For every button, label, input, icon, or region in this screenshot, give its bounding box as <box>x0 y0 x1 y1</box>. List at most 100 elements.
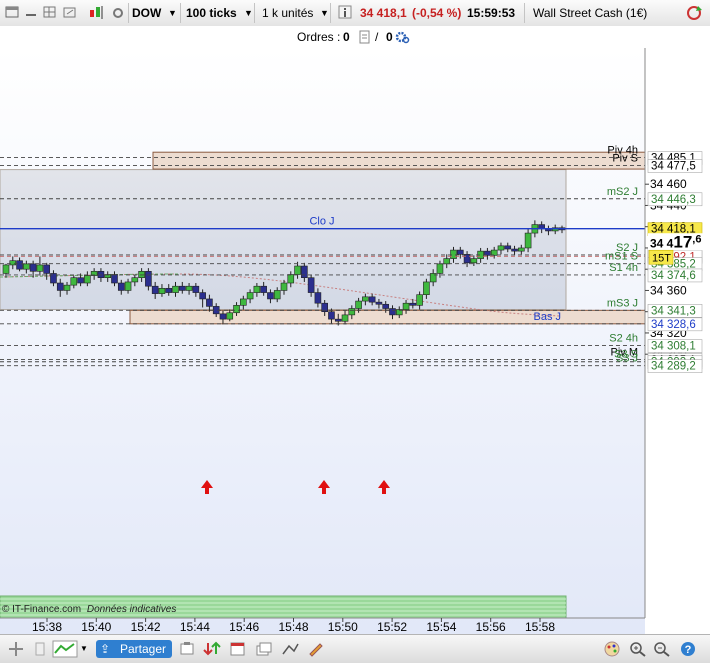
candle-down <box>77 277 84 284</box>
zoom-out-icon[interactable] <box>652 640 672 658</box>
candle-up <box>253 285 261 293</box>
level-name: mS1 S <box>605 251 638 263</box>
help-icon[interactable]: ? <box>678 640 698 658</box>
orders-separator: / <box>375 30 379 44</box>
last-price: 34 418,1 <box>360 6 407 20</box>
candle-up <box>233 305 240 314</box>
current-price-part: ,6 <box>692 233 701 245</box>
candle-down <box>178 285 186 291</box>
candle-up <box>84 275 91 284</box>
interval-label: 15T <box>652 252 671 264</box>
candle-up <box>348 308 356 316</box>
candle-up <box>246 292 254 300</box>
candle-up <box>63 284 71 291</box>
candle-down <box>389 308 396 316</box>
price-change: (-0,54 %) <box>412 6 462 20</box>
gear-icon[interactable] <box>394 29 410 48</box>
candle-up <box>416 294 423 306</box>
chevron-down-icon: ▼ <box>168 8 177 18</box>
candle-up <box>131 277 139 283</box>
chevron-down-icon[interactable]: ▼ <box>80 640 90 658</box>
candle-up <box>450 249 457 259</box>
level-name: Clo J <box>309 216 334 228</box>
window-icon[interactable] <box>228 640 248 658</box>
x-tick-label: 15:56 <box>476 620 506 634</box>
candle-up <box>355 300 362 309</box>
current-price-part: 34 4 <box>650 236 674 250</box>
candle-up <box>273 290 281 300</box>
candle-down <box>456 249 464 255</box>
level-name: mS3 J <box>607 297 638 309</box>
settings-icon[interactable] <box>110 4 126 22</box>
candle-down <box>334 318 342 322</box>
share-button[interactable]: ⇪ Partager <box>96 640 172 658</box>
copyright-text: © IT-Finance.com <box>2 604 82 615</box>
candle-down <box>56 282 64 291</box>
instrument-name: Wall Street Cash (1€) <box>533 6 648 20</box>
candle-down <box>199 292 206 300</box>
refresh-icon[interactable] <box>684 4 704 22</box>
candle-down <box>29 263 37 272</box>
x-tick-label: 15:42 <box>131 620 161 634</box>
zoom-in-icon[interactable] <box>628 640 648 658</box>
level-value-label: 34 446,3 <box>651 194 696 206</box>
level-value-label: 34 374,6 <box>651 270 696 282</box>
candle-down <box>151 285 159 294</box>
quantity-label: 1 k unités <box>262 6 314 20</box>
candle-down <box>409 302 417 306</box>
document-icon[interactable] <box>358 29 372 48</box>
grid-icon[interactable] <box>42 4 58 22</box>
candle-up <box>240 298 247 306</box>
minimize-icon[interactable] <box>24 4 40 22</box>
symbol-select[interactable]: DOW ▼ <box>132 4 180 22</box>
candle-down <box>192 285 200 293</box>
candle-down <box>219 313 227 320</box>
alert-icon[interactable] <box>178 640 198 658</box>
support-zone <box>129 309 646 325</box>
move-icon[interactable] <box>6 640 26 658</box>
chart-type-icon[interactable] <box>52 640 78 658</box>
level-name: S1 4h <box>609 262 638 274</box>
draw-icon[interactable] <box>280 640 300 658</box>
resize-icon[interactable] <box>62 4 78 22</box>
resistance-zone <box>152 151 646 170</box>
price-chart[interactable]: Piv 4hPiv SmS2 JClo JS2 JmS1 SS1 4hmS3 J… <box>0 48 710 634</box>
candle-up <box>436 263 444 274</box>
candle-down <box>117 282 125 291</box>
candle-down <box>375 301 383 305</box>
quantity-select[interactable]: 1 k unités ▼ <box>262 4 332 22</box>
lock-icon[interactable] <box>30 640 50 658</box>
candle-up <box>423 281 430 295</box>
candle-up <box>226 312 234 320</box>
period-label: 100 ticks <box>186 6 237 20</box>
orders-bar: Ordres : 0 / 0 <box>0 26 710 49</box>
chevron-down-icon: ▼ <box>244 8 253 18</box>
maximize-icon[interactable] <box>4 4 22 22</box>
x-tick-label: 15:38 <box>32 620 62 634</box>
layers-icon[interactable] <box>254 640 274 658</box>
level-name: mS2 J <box>607 186 638 198</box>
candle-up <box>294 265 301 275</box>
candle-down <box>267 292 274 300</box>
x-tick-label: 15:40 <box>81 620 111 634</box>
chevron-down-icon: ▼ <box>320 8 329 18</box>
buy-sell-icon[interactable] <box>202 640 222 658</box>
candlestick-icon[interactable] <box>88 4 106 22</box>
x-tick-label: 15:58 <box>525 620 555 634</box>
candle-down <box>165 288 173 293</box>
candle-up <box>524 232 532 249</box>
pencil-icon[interactable] <box>306 640 326 658</box>
period-select[interactable]: 100 ticks ▼ <box>186 4 253 22</box>
candle-up <box>497 245 505 251</box>
bottom-toolbar: ▼ ⇪ Partager ? <box>0 634 710 663</box>
level-name: Piv S <box>612 153 638 165</box>
palette-icon[interactable] <box>602 640 622 658</box>
candle-up <box>36 264 44 272</box>
y-tick-label: 34 360 <box>650 283 687 297</box>
candle-up <box>124 281 132 291</box>
quote-time: 15:59:53 <box>467 6 516 20</box>
candle-down <box>145 271 152 287</box>
candle-down <box>111 274 118 284</box>
info-icon[interactable] <box>338 4 352 22</box>
candle-down <box>307 277 315 293</box>
